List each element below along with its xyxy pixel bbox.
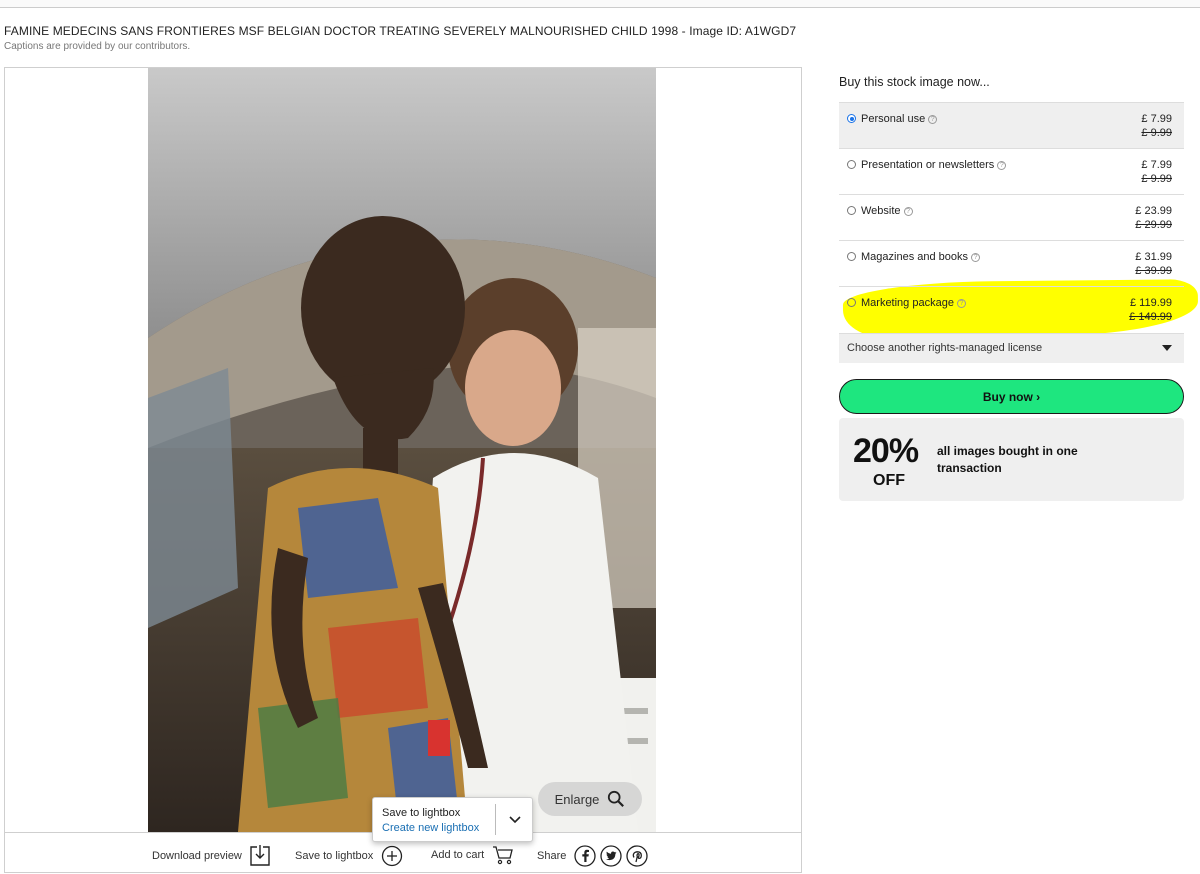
license-dropdown-label: Choose another rights-managed license [847,342,1043,354]
plus-circle-icon [382,845,403,867]
option-label: Marketing package [861,297,954,309]
chevron-down-icon[interactable] [507,811,523,827]
magnifier-icon [608,790,625,807]
promo-banner: 20% OFF all images bought in one transac… [839,418,1184,501]
facebook-icon[interactable] [574,845,597,867]
purchase-title: Buy this stock image now... [839,75,990,89]
promo-text: all images bought in one transaction [937,444,1078,475]
radio-button[interactable] [847,206,856,215]
option-price: £ 23.99 [1135,205,1172,217]
option-label: Personal use [861,113,926,125]
cart-icon [493,846,514,865]
add-to-cart-label: Add to cart [431,849,485,861]
option-price: £ 7.99 [1141,113,1172,125]
lightbox-popup: Save to lightbox Create new lightbox [372,797,533,842]
license-option-presentation[interactable]: Presentation or newsletters ? £ 7.99 £ 9… [839,148,1184,194]
radio-button[interactable] [847,114,856,123]
license-dropdown[interactable]: Choose another rights-managed license [839,333,1184,363]
option-old-price: £ 149.99 [1129,311,1172,323]
popup-save-to-lightbox[interactable]: Save to lightbox [382,807,460,819]
download-preview-button[interactable]: Download preview [152,845,270,867]
caret-down-icon [1162,345,1172,351]
browser-top-edge [0,0,1200,8]
twitter-icon[interactable] [600,845,623,867]
option-label: Magazines and books [861,251,969,263]
license-option-personal-use[interactable]: Personal use ? £ 7.99 £ 9.99 [839,102,1184,148]
buy-now-button[interactable]: Buy now › [839,379,1184,414]
option-label: Presentation or newsletters [861,159,995,171]
download-preview-label: Download preview [152,850,242,862]
license-option-marketing-package[interactable]: Marketing package ? £ 119.99 £ 149.99 [839,286,1184,332]
share-label: Share [537,850,567,862]
help-icon[interactable]: ? [997,160,1007,170]
save-to-lightbox-button[interactable]: Save to lightbox [295,845,403,867]
help-icon[interactable]: ? [928,114,938,124]
photo-illustration [148,68,656,832]
radio-button[interactable] [847,298,856,307]
help-icon[interactable]: ? [903,206,913,216]
help-icon[interactable]: ? [971,252,981,262]
promo-off: OFF [873,472,905,489]
image-caption-title: FAMINE MEDECINS SANS FRONTIERES MSF BELG… [4,24,797,38]
pinterest-icon[interactable] [626,845,649,867]
stock-photo[interactable] [148,68,656,832]
popup-divider [495,804,496,835]
option-price: £ 119.99 [1129,297,1172,309]
radio-button[interactable] [847,160,856,169]
promo-percent: 20% [853,432,919,470]
save-to-lightbox-label: Save to lightbox [295,850,374,862]
license-option-website[interactable]: Website ? £ 23.99 £ 29.99 [839,194,1184,240]
help-icon[interactable]: ? [956,298,966,308]
create-new-lightbox-link[interactable]: Create new lightbox [382,822,479,834]
option-price: £ 31.99 [1135,251,1172,263]
option-label: Website [861,205,901,217]
add-to-cart-button[interactable]: Add to cart [431,845,514,865]
download-icon [250,845,270,866]
radio-button[interactable] [847,252,856,261]
option-old-price: £ 29.99 [1135,219,1172,231]
share-group: Share [537,845,649,867]
option-old-price: £ 9.99 [1141,173,1172,185]
caption-disclaimer: Captions are provided by our contributor… [4,41,191,52]
option-old-price: £ 39.99 [1135,265,1172,277]
enlarge-label: Enlarge [554,791,600,807]
option-old-price: £ 9.99 [1141,127,1172,139]
option-price: £ 7.99 [1141,159,1172,171]
enlarge-button[interactable]: Enlarge [538,782,642,816]
